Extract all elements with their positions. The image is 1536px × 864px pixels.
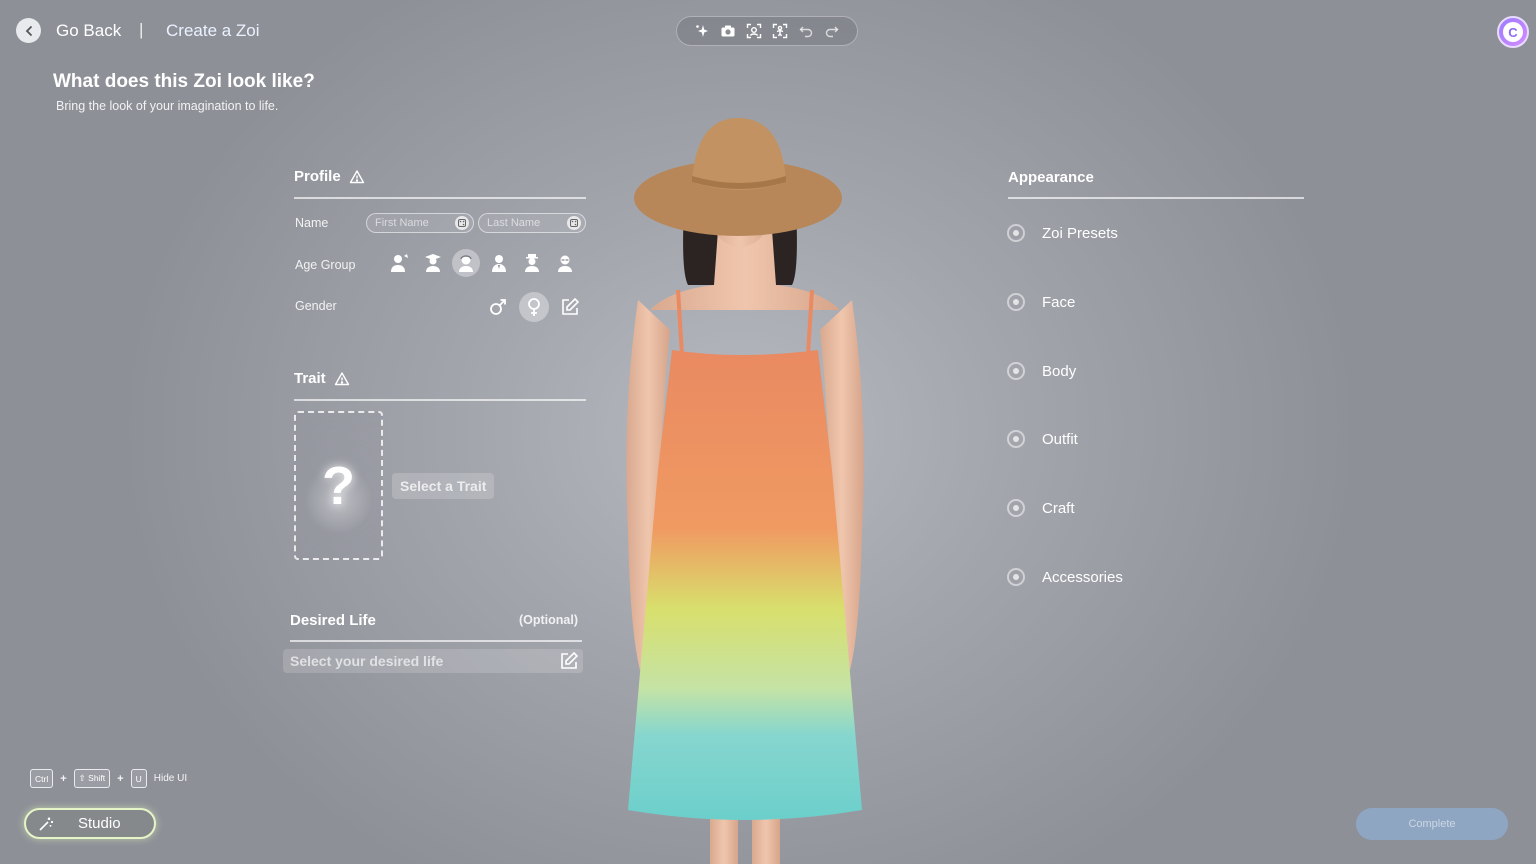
edit-icon: [562, 297, 580, 315]
age-group-label: Age Group: [295, 258, 356, 272]
male-symbol-icon: [490, 299, 506, 315]
appearance-item-face[interactable]: Face: [1007, 293, 1075, 311]
radio-icon: [1007, 293, 1025, 311]
age-group-selector: [386, 249, 579, 277]
plus-sign: +: [60, 772, 67, 785]
studio-button[interactable]: Studio: [24, 808, 156, 839]
gender-female-button[interactable]: [519, 292, 549, 322]
u-key: U: [130, 769, 147, 788]
trait-title-text: Trait: [294, 370, 326, 387]
gender-selector: [483, 292, 585, 322]
last-name-input[interactable]: [487, 217, 563, 229]
age-infant-button[interactable]: [386, 249, 414, 277]
redo-icon[interactable]: [823, 22, 841, 40]
back-button[interactable]: [16, 18, 41, 43]
radio-icon: [1007, 362, 1025, 380]
desired-life-divider: [290, 640, 582, 642]
age-child-button[interactable]: [419, 249, 447, 277]
age-adult-button[interactable]: [485, 249, 513, 277]
radio-icon: [1007, 499, 1025, 517]
adult-icon: [492, 255, 506, 272]
radio-icon: [1007, 224, 1025, 242]
senior-adult-icon: [525, 254, 539, 272]
randomize-last-name-icon[interactable]: [567, 216, 581, 230]
camera-toolbar: [676, 16, 858, 46]
appearance-item-zoi-presets[interactable]: Zoi Presets: [1007, 224, 1118, 242]
appearance-item-label: Zoi Presets: [1042, 224, 1118, 242]
child-icon: [425, 254, 441, 272]
breadcrumb-current: Create a Zoi: [166, 21, 260, 40]
ctrl-key: Ctrl: [30, 769, 54, 788]
body-focus-icon[interactable]: [771, 22, 789, 40]
warning-icon: [334, 371, 349, 385]
undo-icon[interactable]: [797, 22, 815, 40]
first-name-field[interactable]: [366, 213, 474, 233]
first-name-input[interactable]: [375, 217, 451, 229]
randomize-first-name-icon[interactable]: [455, 216, 469, 230]
age-elder-button[interactable]: [551, 249, 579, 277]
appearance-item-craft[interactable]: Craft: [1007, 499, 1075, 517]
appearance-item-label: Body: [1042, 362, 1077, 380]
appearance-item-accessories[interactable]: Accessories: [1007, 568, 1123, 586]
plus-sign: +: [117, 772, 124, 785]
complete-button[interactable]: Complete: [1356, 808, 1508, 840]
question-mark-icon: ?: [322, 455, 355, 516]
age-senior-adult-button[interactable]: [518, 249, 546, 277]
appearance-item-outfit[interactable]: Outfit: [1007, 430, 1078, 448]
appearance-item-label: Outfit: [1042, 430, 1078, 448]
profile-divider: [294, 197, 586, 199]
edit-icon[interactable]: [559, 651, 579, 671]
age-teen-button[interactable]: [452, 249, 480, 277]
appearance-item-label: Craft: [1042, 499, 1075, 517]
warning-icon: [349, 169, 364, 183]
appearance-divider: [1008, 197, 1304, 199]
page-subtitle: Bring the look of your imagination to li…: [56, 99, 279, 113]
gender-male-button[interactable]: [483, 292, 513, 322]
appearance-section-title: Appearance: [1008, 169, 1094, 186]
profile-section-title: Profile: [294, 168, 365, 185]
optional-label: (Optional): [519, 613, 579, 627]
appearance-item-body[interactable]: Body: [1007, 362, 1076, 380]
camera-icon[interactable]: [719, 22, 737, 40]
infant-icon: [391, 254, 408, 272]
sparkle-icon[interactable]: [693, 22, 711, 40]
desired-life-title: Desired Life: [290, 612, 376, 629]
teen-icon: [459, 255, 473, 272]
radio-icon: [1007, 568, 1025, 586]
gender-custom-button[interactable]: [555, 292, 585, 322]
go-back-link[interactable]: Go Back: [56, 21, 121, 41]
select-trait-button[interactable]: Select a Trait: [392, 473, 495, 499]
shift-key: ⇧ Shift: [73, 769, 111, 788]
appearance-item-label: Face: [1042, 293, 1076, 311]
studio-label: Studio: [78, 815, 121, 832]
radio-icon: [1007, 430, 1025, 448]
gender-label: Gender: [295, 299, 337, 313]
account-avatar[interactable]: C: [1497, 16, 1529, 48]
hide-ui-label: Hide UI: [153, 773, 188, 784]
account-logo-icon: C: [1503, 22, 1523, 42]
breadcrumb-separator: |: [139, 20, 144, 39]
desired-life-field[interactable]: Select your desired life: [283, 649, 583, 673]
magic-wand-icon: [39, 817, 53, 831]
chevron-left-icon: [25, 25, 32, 36]
trait-card[interactable]: ?: [294, 411, 383, 560]
trait-section-title: Trait: [294, 370, 350, 387]
page-title: What does this Zoi look like?: [53, 71, 315, 92]
profile-title-text: Profile: [294, 168, 341, 185]
appearance-item-label: Accessories: [1042, 568, 1123, 586]
trait-divider: [294, 399, 586, 401]
face-focus-icon[interactable]: [745, 22, 763, 40]
character-preview[interactable]: [600, 110, 890, 864]
hide-ui-hotkey-hint: Ctrl + ⇧ Shift + U Hide UI: [30, 769, 187, 788]
desired-life-placeholder: Select your desired life: [290, 653, 444, 669]
last-name-field[interactable]: [478, 213, 586, 233]
name-label: Name: [295, 216, 329, 230]
female-symbol-icon: [528, 298, 540, 316]
elder-icon: [558, 255, 572, 272]
